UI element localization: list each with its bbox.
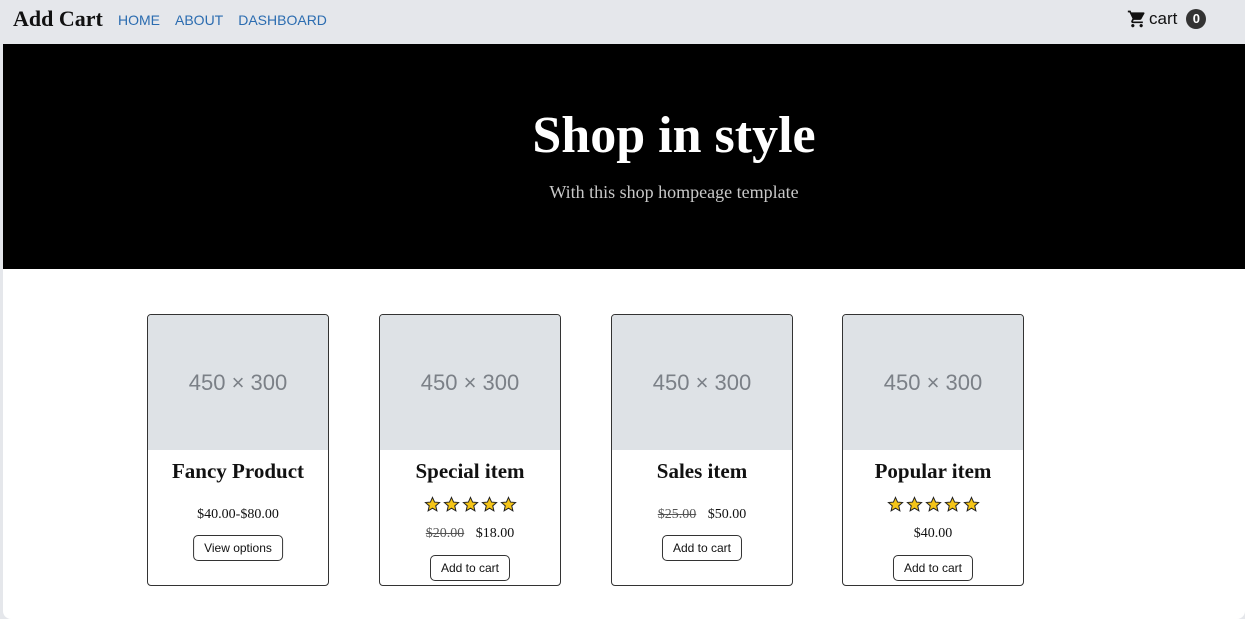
star-icon	[924, 496, 942, 512]
star-icon	[962, 496, 980, 512]
cart-icon	[1127, 10, 1145, 28]
product-price: $50.00	[707, 507, 747, 522]
product-price: $18.00	[475, 526, 515, 541]
add-to-cart-button[interactable]: Add to cart	[892, 555, 974, 581]
cart-count-badge: 0	[1186, 9, 1207, 29]
image-size-label: 450 × 300	[883, 369, 983, 395]
product-image-placeholder: 450 × 300	[612, 315, 792, 450]
cart-button[interactable]: cart 0	[1127, 9, 1207, 29]
nav-links: HOME ABOUT DASHBOARD	[118, 12, 342, 28]
product-name: Popular item	[874, 459, 992, 483]
nav-link-about[interactable]: ABOUT	[175, 12, 223, 28]
product-old-price: $20.00	[425, 526, 465, 541]
star-icon	[886, 496, 904, 512]
rating-stars	[380, 496, 560, 518]
star-icon	[423, 496, 441, 512]
product-price-row: $20.00 $18.00	[380, 526, 560, 542]
cart-label: cart	[1149, 9, 1178, 28]
product-price-row: $40.00	[843, 526, 1023, 542]
product-card: 450 × 300 Special item $20.00 $18.00 Add…	[379, 314, 561, 586]
star-icon	[499, 496, 517, 512]
nav-link-dashboard[interactable]: DASHBOARD	[238, 12, 327, 28]
product-price: $40.00	[913, 526, 953, 541]
add-to-cart-button[interactable]: Add to cart	[661, 535, 743, 561]
hero-title: Shop in style	[532, 107, 816, 164]
hero-banner: Shop in style With this shop hompeage te…	[3, 44, 1245, 269]
product-name: Special item	[415, 459, 525, 483]
product-image-placeholder: 450 × 300	[843, 315, 1023, 450]
star-icon	[442, 496, 460, 512]
nav-link-home[interactable]: HOME	[118, 12, 160, 28]
product-card: 450 × 300 Fancy Product $40.00-$80.00 Vi…	[147, 314, 329, 586]
product-price-row: $40.00-$80.00	[148, 507, 328, 523]
brand-logo[interactable]: Add Cart	[13, 6, 103, 32]
star-icon	[480, 496, 498, 512]
image-size-label: 450 × 300	[420, 369, 520, 395]
star-icon	[461, 496, 479, 512]
product-price-row: $25.00 $50.00	[612, 507, 792, 523]
product-name: Fancy Product	[171, 459, 305, 483]
product-image-placeholder: 450 × 300	[380, 315, 560, 450]
star-icon	[943, 496, 961, 512]
product-card: 450 × 300 Sales item $25.00 $50.00 Add t…	[611, 314, 793, 586]
image-size-label: 450 × 300	[652, 369, 752, 395]
product-card: 450 × 300 Popular item $40.00 Add to car…	[842, 314, 1024, 586]
product-name: Sales item	[656, 459, 748, 483]
navbar: Add Cart HOME ABOUT DASHBOARD cart 0	[3, 0, 1245, 44]
rating-stars	[843, 496, 1023, 518]
product-price: $40.00-$80.00	[197, 507, 279, 522]
star-icon	[905, 496, 923, 512]
page: Add Cart HOME ABOUT DASHBOARD cart 0 Sho…	[3, 0, 1245, 619]
hero-subtitle: With this shop hompeage template	[549, 182, 799, 202]
image-size-label: 450 × 300	[188, 369, 288, 395]
add-to-cart-button[interactable]: Add to cart	[429, 555, 511, 581]
product-old-price: $25.00	[657, 507, 697, 522]
view-options-button[interactable]: View options	[193, 535, 283, 561]
product-image-placeholder: 450 × 300	[148, 315, 328, 450]
